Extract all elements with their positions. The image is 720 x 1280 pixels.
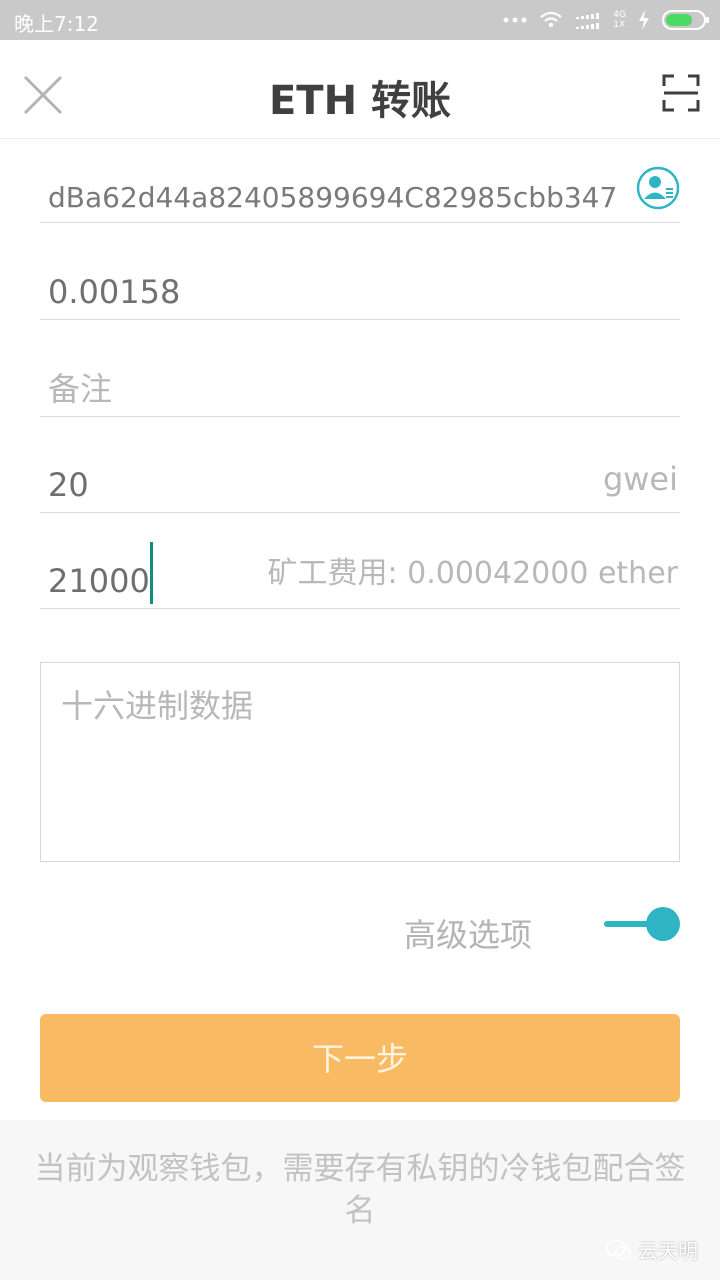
hex-data-input[interactable] <box>61 681 661 841</box>
status-icons: 4G 1X <box>503 8 710 32</box>
watermark: 云天明 <box>606 1235 698 1264</box>
signal-icon <box>576 13 600 29</box>
recipient-address-input[interactable] <box>48 181 630 214</box>
memo-field <box>40 352 680 417</box>
watch-wallet-notice: 当前为观察钱包，需要存有私钥的冷钱包配合签名 <box>34 1151 686 1229</box>
status-bar: 晚上7:12 4G 1X <box>0 0 720 40</box>
amount-input[interactable] <box>48 273 648 311</box>
charging-icon <box>639 10 649 30</box>
advanced-options-label: 高级选项 <box>404 916 533 954</box>
toggle-knob <box>646 907 680 941</box>
scan-icon[interactable] <box>662 74 700 112</box>
top-app-bar: ETH 转账 <box>0 40 720 139</box>
miner-fee-label: 矿工费用: 0.00042000 ether <box>267 556 678 591</box>
gas-price-unit: gwei <box>602 460 678 498</box>
advanced-options-toggle[interactable] <box>602 906 682 942</box>
amount-field <box>40 256 680 320</box>
network-type-top: 4G <box>613 10 626 20</box>
text-cursor <box>150 542 153 604</box>
battery-icon <box>662 10 709 30</box>
gas-limit-input[interactable] <box>48 562 208 600</box>
network-type: 4G 1X <box>613 10 626 30</box>
gas-price-field: gwei <box>40 448 680 513</box>
hex-data-box <box>40 662 680 862</box>
network-type-bottom: 1X <box>613 20 626 30</box>
watermark-text: 云天明 <box>638 1239 698 1263</box>
memo-input[interactable] <box>48 370 648 408</box>
more-dots-icon <box>503 17 527 23</box>
gas-limit-field: 矿工费用: 0.00042000 ether <box>40 540 680 609</box>
wechat-icon <box>606 1239 632 1260</box>
wifi-icon <box>540 11 562 28</box>
next-step-button[interactable]: 下一步 <box>40 1014 680 1102</box>
page-title: ETH 转账 <box>268 78 451 124</box>
status-time: 晚上7:12 <box>14 12 99 36</box>
recipient-address-field <box>40 160 680 223</box>
contact-book-icon[interactable] <box>636 166 680 210</box>
gas-price-input[interactable] <box>48 466 448 504</box>
